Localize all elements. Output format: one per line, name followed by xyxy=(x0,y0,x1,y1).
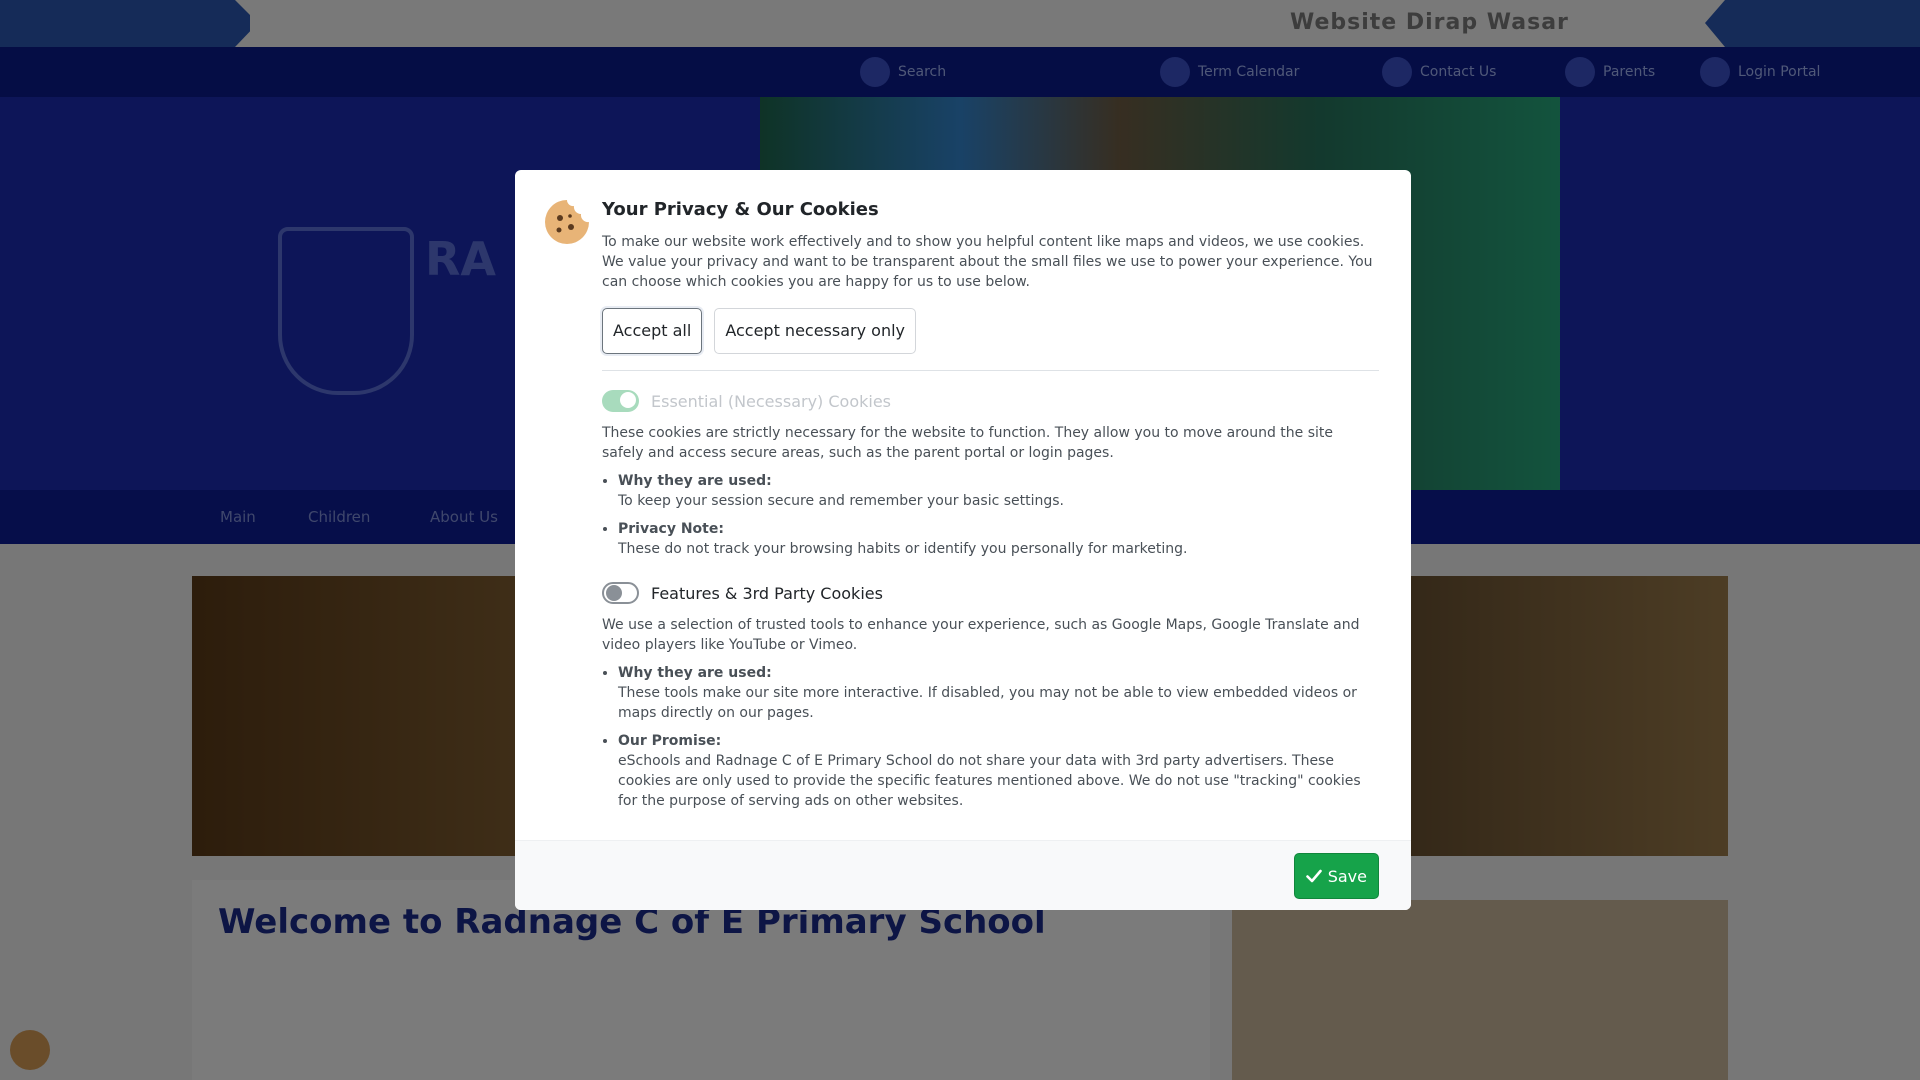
modal-body: Your Privacy & Our Cookies To make our w… xyxy=(602,198,1379,819)
save-button[interactable]: Save xyxy=(1293,853,1379,899)
cookie-icon xyxy=(545,200,589,244)
modal-footer: Save xyxy=(515,840,1411,910)
essential-cookies-toggle xyxy=(602,390,639,412)
modal-title: Your Privacy & Our Cookies xyxy=(602,199,879,220)
list-item: Why they are used:To keep your session s… xyxy=(618,471,1379,511)
list-item: Privacy Note:These do not track your bro… xyxy=(618,519,1379,559)
save-label: Save xyxy=(1327,866,1367,886)
essential-cookies-points: Why they are used:To keep your session s… xyxy=(602,471,1379,559)
essential-cookies-description: These cookies are strictly necessary for… xyxy=(602,425,1333,461)
features-cookies-section: Features & 3rd Party Cookies We use a se… xyxy=(602,581,1379,811)
accept-necessary-button[interactable]: Accept necessary only xyxy=(714,308,917,354)
cookie-consent-modal: Your Privacy & Our Cookies To make our w… xyxy=(515,170,1411,910)
features-cookies-description: We use a selection of trusted tools to e… xyxy=(602,617,1360,653)
toggle-knob xyxy=(606,585,622,601)
features-cookies-title: Features & 3rd Party Cookies xyxy=(651,583,883,603)
essential-cookies-title: Essential (Necessary) Cookies xyxy=(651,391,892,411)
features-cookies-points: Why they are used:These tools make our s… xyxy=(602,663,1379,811)
accept-all-button[interactable]: Accept all xyxy=(602,308,703,354)
divider xyxy=(602,370,1379,371)
check-icon xyxy=(1305,869,1322,883)
list-item: Our Promise:eSchools and Radnage C of E … xyxy=(618,731,1379,811)
toggle-knob xyxy=(620,392,636,408)
essential-cookies-section: Essential (Necessary) Cookies These cook… xyxy=(602,389,1379,559)
modal-intro: To make our website work effectively and… xyxy=(602,234,1373,290)
consent-buttons: Accept all Accept necessary only xyxy=(602,308,1379,354)
features-cookies-toggle[interactable] xyxy=(602,582,639,604)
list-item: Why they are used:These tools make our s… xyxy=(618,663,1379,723)
